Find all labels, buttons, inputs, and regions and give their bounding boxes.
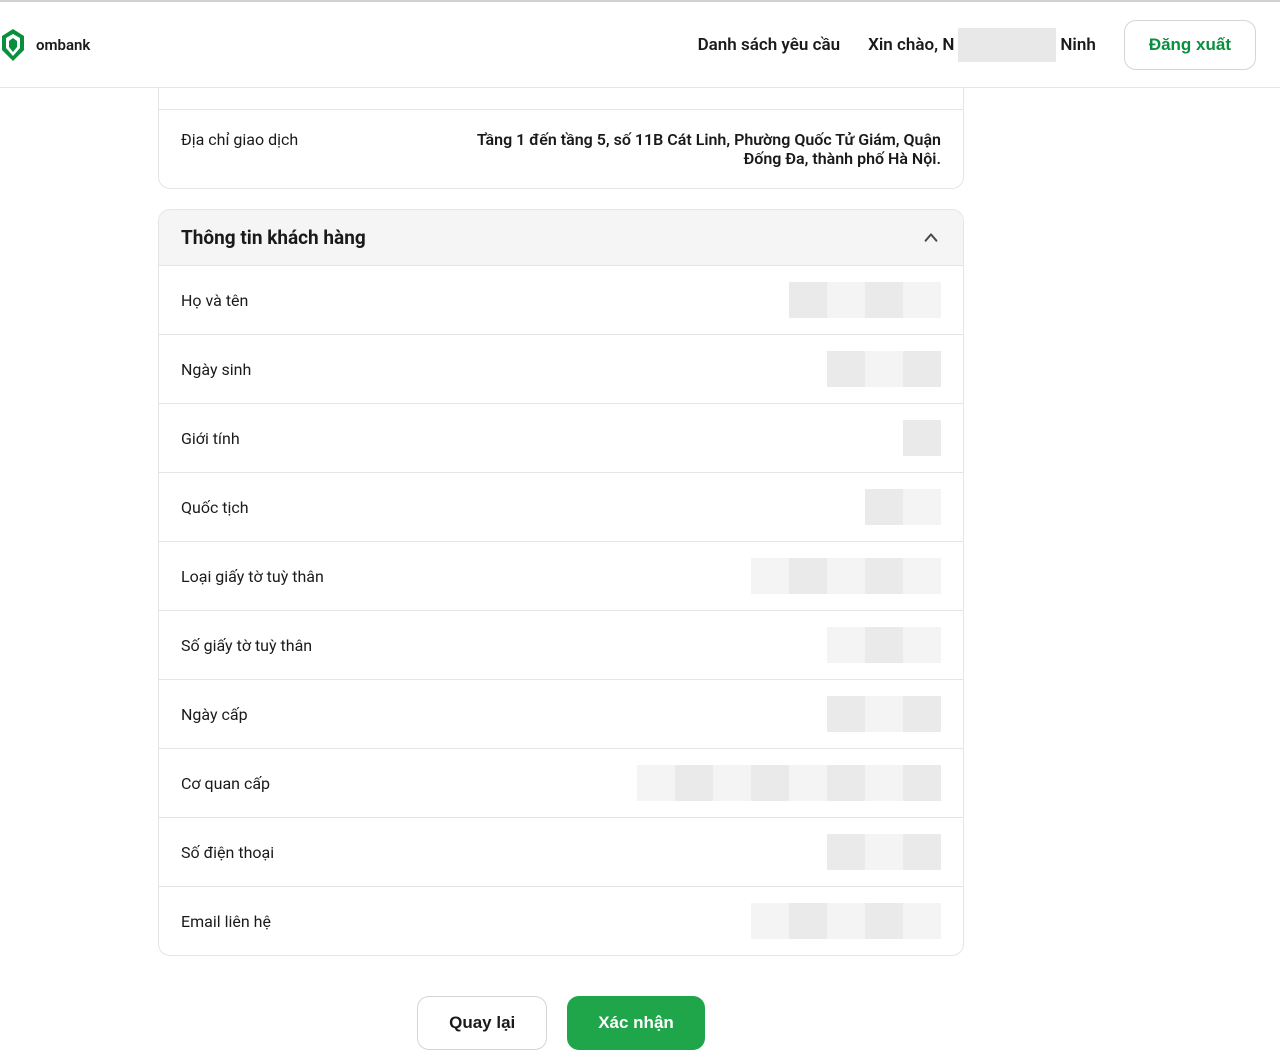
label-gender: Giới tính bbox=[181, 429, 240, 448]
row-transaction-address: Địa chỉ giao dịch Tầng 1 đến tầng 5, số … bbox=[159, 110, 963, 188]
label-issue-date: Ngày cấp bbox=[181, 705, 248, 724]
content: Địa chỉ giao dịch Tầng 1 đến tầng 5, số … bbox=[158, 88, 964, 1050]
label-issuer: Cơ quan cấp bbox=[181, 774, 270, 793]
value-fullname bbox=[789, 282, 941, 318]
row-gender: Giới tính bbox=[159, 404, 963, 473]
confirm-button[interactable]: Xác nhận bbox=[567, 996, 705, 1050]
row-issuer: Cơ quan cấp bbox=[159, 749, 963, 818]
value-issuer bbox=[637, 765, 941, 801]
value-email bbox=[751, 903, 941, 939]
value-dob bbox=[827, 351, 941, 387]
greeting-redacted bbox=[958, 28, 1056, 62]
back-button[interactable]: Quay lại bbox=[417, 996, 547, 1050]
logo-mark-icon bbox=[0, 26, 32, 64]
action-bar: Quay lại Xác nhận bbox=[158, 996, 964, 1050]
label-id-number: Số giấy tờ tuỳ thân bbox=[181, 636, 312, 655]
row-issue-date: Ngày cấp bbox=[159, 680, 963, 749]
greeting-suffix: Ninh bbox=[1060, 35, 1095, 55]
value-issue-date bbox=[827, 696, 941, 732]
address-label: Địa chỉ giao dịch bbox=[181, 130, 298, 149]
label-dob: Ngày sinh bbox=[181, 360, 251, 379]
header: ombank Danh sách yêu cầu Xin chào, N Nin… bbox=[0, 2, 1280, 88]
logo[interactable]: ombank bbox=[0, 26, 90, 64]
row-dob: Ngày sinh bbox=[159, 335, 963, 404]
row-nationality: Quốc tịch bbox=[159, 473, 963, 542]
customer-info-title: Thông tin khách hàng bbox=[181, 226, 366, 249]
value-id-type bbox=[751, 558, 941, 594]
label-fullname: Họ và tên bbox=[181, 291, 248, 310]
nav-request-list[interactable]: Danh sách yêu cầu bbox=[698, 35, 841, 55]
row-phone: Số điện thoại bbox=[159, 818, 963, 887]
value-phone bbox=[827, 834, 941, 870]
value-nationality bbox=[865, 489, 941, 525]
row-hidden-top bbox=[159, 88, 963, 110]
address-value: Tầng 1 đến tầng 5, số 11B Cát Linh, Phườ… bbox=[461, 130, 941, 168]
value-id-number bbox=[827, 627, 941, 663]
row-fullname: Họ và tên bbox=[159, 266, 963, 335]
customer-info-panel: Thông tin khách hàng Họ và tên Ngày sinh… bbox=[158, 209, 964, 956]
address-panel: Địa chỉ giao dịch Tầng 1 đến tầng 5, số … bbox=[158, 88, 964, 189]
label-phone: Số điện thoại bbox=[181, 843, 274, 862]
header-right: Danh sách yêu cầu Xin chào, N Ninh Đăng … bbox=[698, 20, 1256, 70]
label-id-type: Loại giấy tờ tuỳ thân bbox=[181, 567, 324, 586]
logo-text: ombank bbox=[36, 36, 90, 54]
row-id-number: Số giấy tờ tuỳ thân bbox=[159, 611, 963, 680]
customer-info-header[interactable]: Thông tin khách hàng bbox=[159, 210, 963, 266]
chevron-up-icon bbox=[921, 228, 941, 248]
row-id-type: Loại giấy tờ tuỳ thân bbox=[159, 542, 963, 611]
label-nationality: Quốc tịch bbox=[181, 498, 249, 517]
row-email: Email liên hệ bbox=[159, 887, 963, 955]
label-email: Email liên hệ bbox=[181, 912, 271, 931]
logout-button[interactable]: Đăng xuất bbox=[1124, 20, 1256, 70]
greeting: Xin chào, N Ninh bbox=[868, 28, 1096, 62]
value-gender bbox=[903, 420, 941, 456]
greeting-prefix: Xin chào, N bbox=[868, 35, 954, 55]
